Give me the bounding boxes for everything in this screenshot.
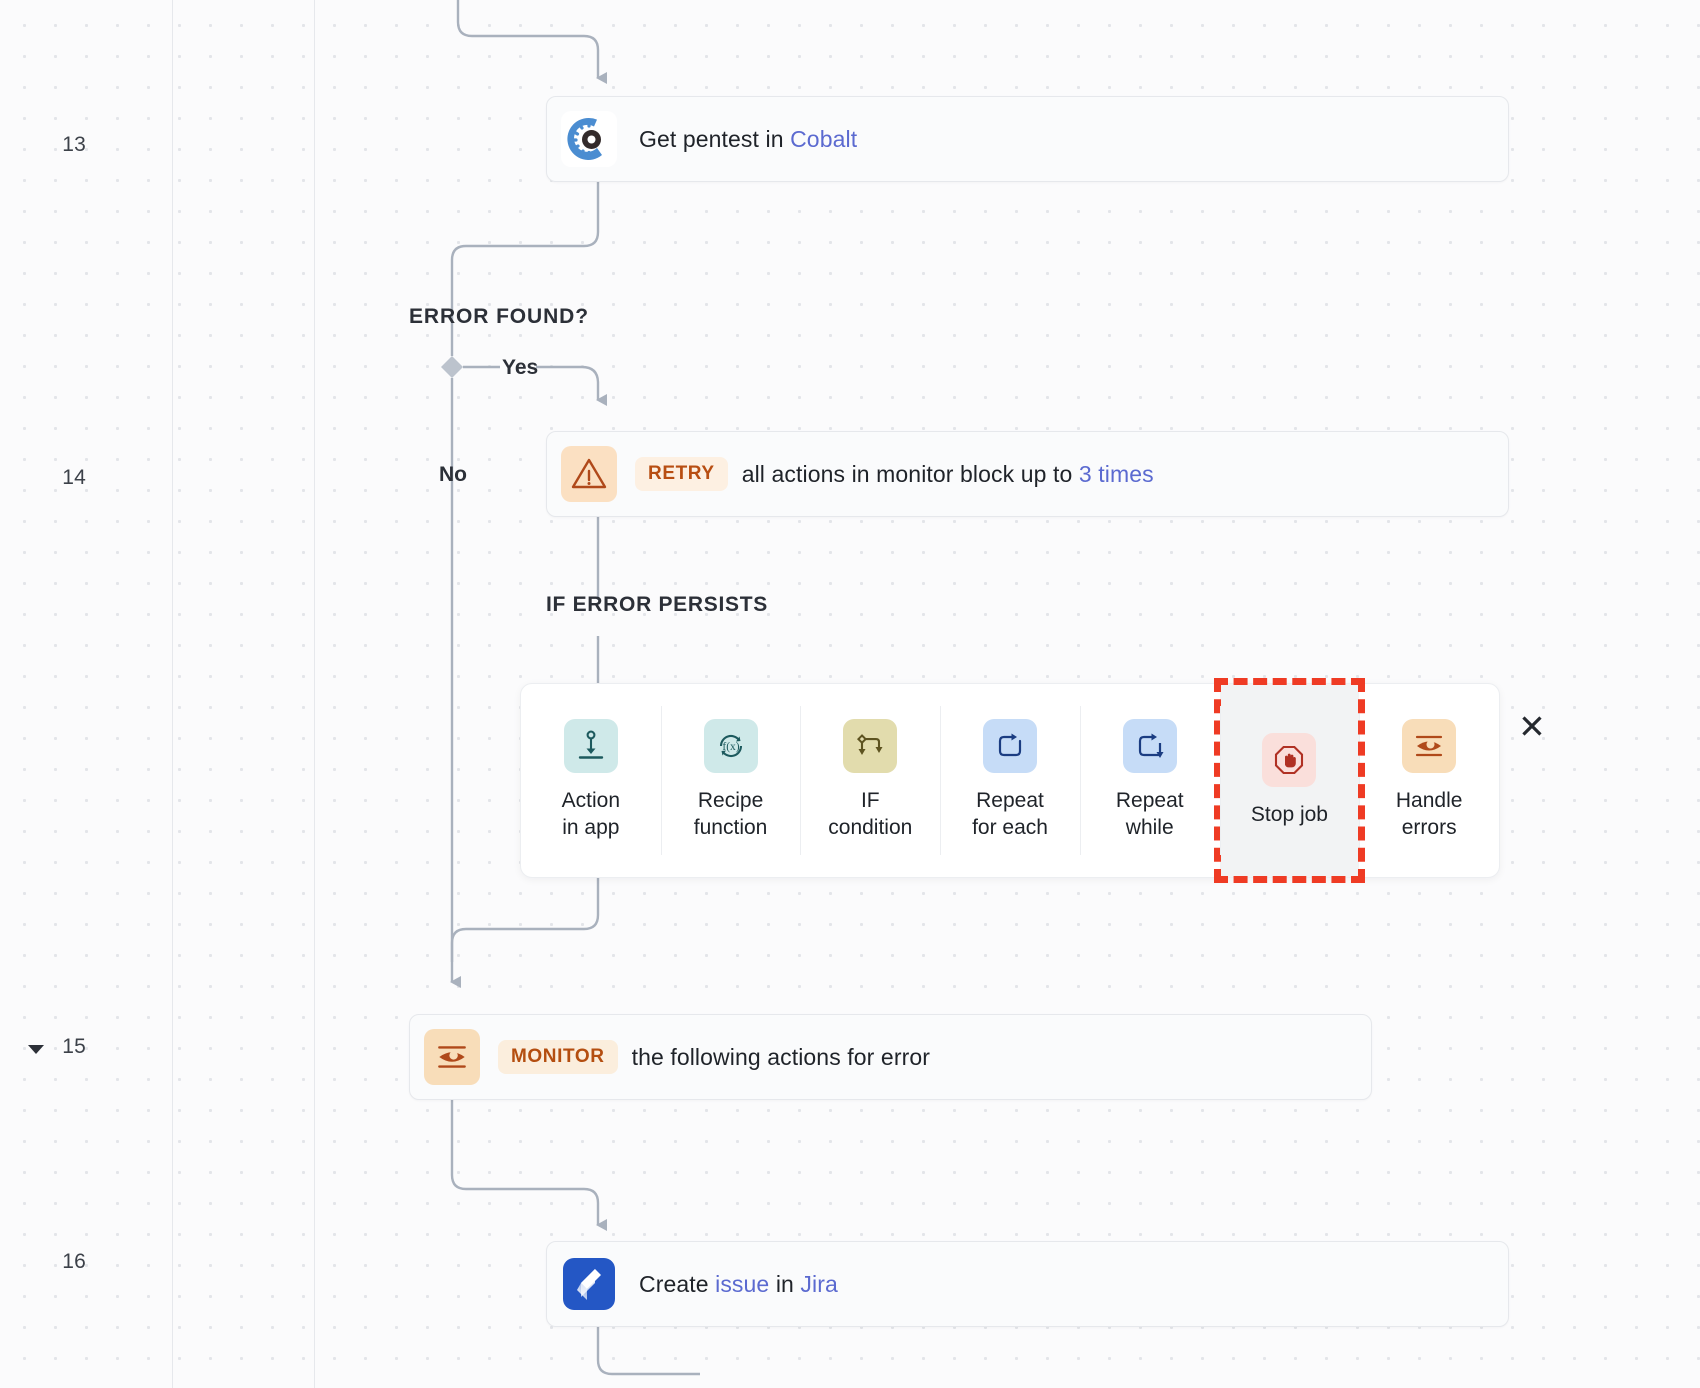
monitor-pill: MONITOR	[498, 1040, 618, 1074]
palette-label-line2: errors	[1401, 816, 1457, 839]
add-step-palette[interactable]: Action in app f(x) Recipe function IF co…	[520, 678, 1500, 883]
palette-label-line1: Handle	[1395, 789, 1463, 813]
step-16-text-before: Create	[639, 1270, 716, 1297]
branch-yes-label: Yes	[502, 356, 539, 379]
warning-triangle-icon	[561, 446, 617, 502]
palette-label-line1: Stop job	[1250, 802, 1328, 826]
step-card-label-15: the following actions for error	[632, 1044, 930, 1071]
if-condition-icon	[843, 719, 898, 774]
step-15-text: the following actions for error	[631, 1043, 930, 1070]
palette-label-action-in-app: Action in app	[562, 788, 620, 842]
palette-label-line2: function	[693, 816, 768, 839]
repeat-for-each-icon	[983, 719, 1038, 774]
step-card-monitor[interactable]: MONITOR the following actions for error	[409, 1014, 1372, 1100]
palette-label-repeat-while: Repeat while	[1116, 788, 1184, 842]
cobalt-icon	[561, 111, 617, 167]
palette-label-line2: condition	[828, 816, 913, 839]
svg-text:f(x): f(x)	[722, 741, 739, 753]
branch-no-label: No	[439, 463, 467, 486]
stop-job-icon	[1262, 732, 1317, 787]
action-in-app-icon	[563, 719, 618, 774]
palette-label-recipe-function: Recipe function	[694, 788, 768, 842]
palette-label-line1: Repeat	[976, 789, 1044, 813]
step-14-link[interactable]: 3 times	[1079, 461, 1154, 487]
palette-label-line1: Repeat	[1115, 789, 1184, 813]
step-13-link[interactable]: Cobalt	[790, 126, 857, 152]
palette-label-line2: while	[1125, 816, 1174, 839]
step-card-get-pentest[interactable]: Get pentest in Cobalt	[546, 96, 1509, 182]
step-14-text-before: all actions in monitor block up to	[741, 460, 1079, 487]
jira-icon	[561, 1256, 617, 1312]
palette-item-recipe-function[interactable]: f(x) Recipe function	[660, 684, 801, 877]
palette-label-if-condition: IF condition	[828, 788, 912, 842]
palette-item-stop-job[interactable]: Stop job	[1213, 678, 1366, 883]
palette-item-repeat-while[interactable]: Repeat while	[1079, 684, 1220, 877]
branch-condition-label: ERROR FOUND?	[409, 305, 589, 328]
palette-item-if-condition[interactable]: IF condition	[800, 684, 940, 877]
step-card-retry[interactable]: RETRY all actions in monitor block up to…	[546, 431, 1509, 517]
gutter-divider-left	[172, 0, 173, 1388]
error-persists-label: IF ERROR PERSISTS	[546, 593, 768, 616]
palette-label-line2: in app	[562, 816, 620, 839]
step-16-link-jira[interactable]: Jira	[800, 1271, 837, 1297]
step-16-text-after: in	[769, 1270, 801, 1297]
palette-label-line2: for each	[972, 816, 1048, 839]
repeat-while-icon	[1122, 719, 1177, 774]
step-number-16: 16	[62, 1250, 86, 1273]
step-13-text-before: Get pentest in	[639, 125, 791, 152]
gutter-divider-right	[314, 0, 315, 1388]
step-card-create-issue[interactable]: Create issue in Jira	[546, 1241, 1509, 1327]
palette-label-line1: IF	[860, 789, 880, 813]
step-number-15: 15	[62, 1035, 86, 1058]
step-number-14: 14	[62, 466, 86, 489]
step-card-label-16: Create issue in Jira	[639, 1271, 838, 1298]
step-number-13: 13	[62, 133, 86, 156]
palette-label-line1: Recipe	[697, 789, 764, 813]
step-card-label-13: Get pentest in Cobalt	[639, 126, 857, 153]
step-card-label-14: all actions in monitor block up to 3 tim…	[742, 461, 1154, 488]
palette-item-action-in-app[interactable]: Action in app	[521, 684, 661, 877]
close-icon[interactable]: ✕	[1513, 707, 1551, 745]
palette-label-handle-errors: Handle errors	[1396, 788, 1463, 842]
handle-errors-icon	[1402, 719, 1457, 774]
step-16-link-issue[interactable]: issue	[715, 1271, 769, 1297]
palette-label-line1: Action	[561, 789, 621, 813]
retry-pill: RETRY	[635, 457, 728, 491]
palette-item-handle-errors[interactable]: Handle errors	[1359, 684, 1499, 877]
palette-item-repeat-for-each[interactable]: Repeat for each	[940, 684, 1080, 877]
palette-label-repeat-for-each: Repeat for each	[972, 788, 1048, 842]
eye-monitor-icon	[424, 1029, 480, 1085]
recipe-canvas: 13 14 15 16 Get pentest in Cobalt ERROR …	[0, 0, 1700, 1388]
palette-label-stop-job: Stop job	[1251, 802, 1328, 829]
recipe-function-icon: f(x)	[703, 719, 758, 774]
